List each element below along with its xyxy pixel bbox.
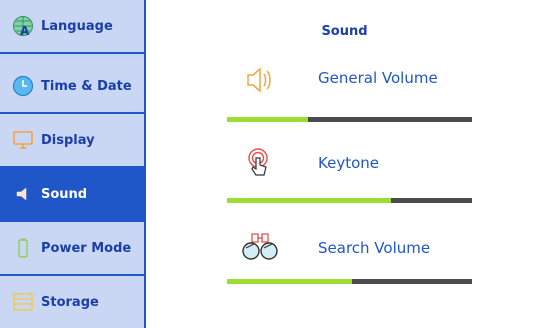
search-volume-slider[interactable] (227, 279, 472, 284)
slider-fill (227, 117, 308, 122)
sidebar: A Language Time & Date Display Sound Pow… (0, 0, 146, 328)
battery-icon (12, 237, 34, 259)
general-volume-slider[interactable] (227, 117, 472, 122)
sidebar-item-display[interactable]: Display (0, 114, 144, 168)
speaker-volume-icon (240, 62, 280, 98)
sidebar-item-time-date[interactable]: Time & Date (0, 60, 144, 114)
page-title: Sound (321, 24, 368, 39)
sidebar-item-label: Time & Date (41, 78, 132, 94)
sidebar-item-language[interactable]: A Language (0, 0, 144, 54)
clock-icon (12, 75, 34, 97)
sidebar-item-sound[interactable]: Sound (0, 168, 144, 222)
sidebar-item-label: Sound (41, 186, 88, 202)
storage-icon (12, 291, 34, 313)
keytone-label: Keytone (318, 154, 379, 172)
sound-panel: Sound General Volume Keytone Search Volu… (146, 0, 543, 328)
touch-icon (240, 144, 280, 180)
sidebar-item-label: Language (41, 18, 113, 34)
search-volume-label: Search Volume (318, 239, 431, 257)
sidebar-item-label: Power Mode (41, 240, 132, 256)
sidebar-item-label: Storage (41, 294, 99, 310)
monitor-icon (12, 129, 34, 151)
sidebar-item-label: Display (41, 132, 95, 148)
language-icon: A (12, 15, 34, 38)
general-volume-label: General Volume (318, 69, 438, 87)
slider-fill (227, 198, 392, 203)
svg-text:A: A (20, 24, 30, 37)
keytone-slider[interactable] (227, 198, 472, 203)
slider-fill (227, 279, 352, 284)
sidebar-item-storage[interactable]: Storage (0, 276, 144, 328)
sidebar-item-power-mode[interactable]: Power Mode (0, 222, 144, 276)
speaker-icon (12, 183, 34, 205)
binoculars-icon (240, 228, 280, 264)
